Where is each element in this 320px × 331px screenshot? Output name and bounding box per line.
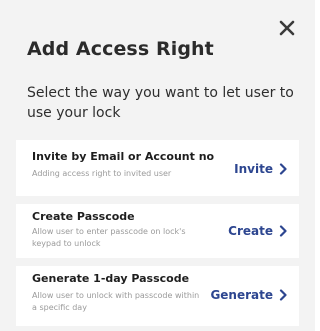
chevron-right-icon [279,289,287,301]
option-generate-1-day-passcode[interactable]: Generate 1-day Passcode Allow user to un… [16,266,299,326]
generate-button[interactable]: Generate [210,288,287,302]
invite-button[interactable]: Invite [234,162,287,176]
chevron-right-icon [279,163,287,175]
invite-label: Invite [234,162,273,176]
dialog-title: Add Access Right [27,38,214,60]
option-create-passcode[interactable]: Create Passcode Allow user to enter pass… [16,204,299,258]
option-title: Invite by Email or Account no [32,150,215,163]
create-button[interactable]: Create [228,224,287,238]
close-button[interactable] [276,17,298,39]
create-label: Create [228,224,273,238]
option-title: Create Passcode [32,210,135,223]
close-icon [279,20,295,36]
option-description: Allow user to enter passcode on lock's k… [32,227,186,248]
add-access-right-dialog: Add Access Right Select the way you want… [0,0,315,331]
option-description: Adding access right to invited user [32,169,172,178]
option-invite[interactable]: Invite by Email or Account no Adding acc… [16,140,299,196]
dialog-subtitle: Select the way you want to let user to u… [27,85,294,121]
generate-label: Generate [210,288,273,302]
option-description: Allow user to unlock with passcode withi… [32,291,200,312]
chevron-right-icon [279,225,287,237]
option-title: Generate 1-day Passcode [32,272,190,285]
